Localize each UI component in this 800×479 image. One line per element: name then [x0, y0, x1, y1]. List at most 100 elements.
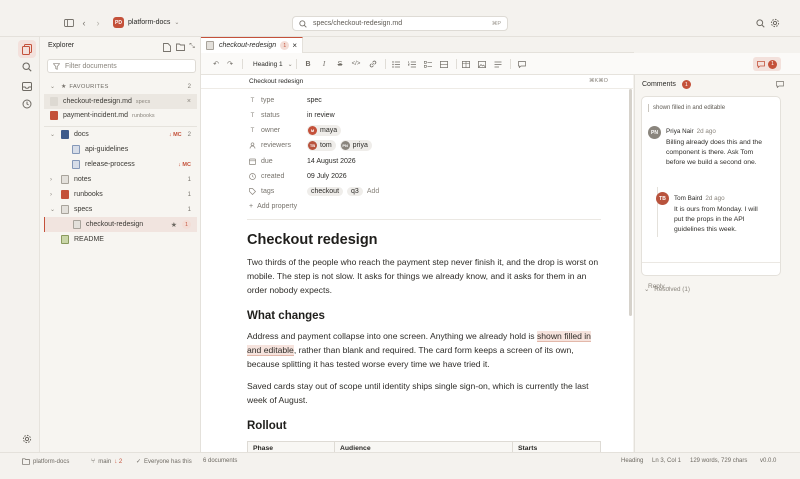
- favourite-item-checkout-redesign[interactable]: checkout-redesign.md specs ×: [44, 94, 197, 109]
- comments-panel: Comments 1 shown filled in and editable …: [634, 75, 800, 452]
- heading-level-select[interactable]: Heading 1 ⌄: [249, 58, 297, 70]
- table-icon[interactable]: [460, 58, 472, 70]
- property-due[interactable]: due 14 August 2026: [249, 156, 356, 167]
- document-editor[interactable]: Ttype spec Tstatus in review Towner Mmay…: [201, 89, 633, 452]
- comments-title: Comments: [642, 81, 676, 88]
- reply-divider: [642, 262, 780, 263]
- property-owner[interactable]: Towner Mmaya: [249, 125, 345, 136]
- explorer-files-icon[interactable]: [18, 40, 36, 58]
- tree-label: README: [74, 236, 104, 243]
- property-value: in review: [307, 112, 335, 119]
- add-tag-button[interactable]: Add: [367, 188, 379, 195]
- tree-item-release-process[interactable]: release-process ↓ MC: [44, 157, 197, 172]
- person-chip[interactable]: PN priya: [339, 140, 372, 151]
- workspace-switcher[interactable]: PD platform-docs ⌄: [113, 17, 179, 28]
- editor-scrollbar[interactable]: [629, 89, 632, 316]
- tree-folder-specs[interactable]: ⌄ specs 1: [44, 202, 197, 217]
- new-file-icon[interactable]: [160, 40, 174, 54]
- breadcrumb-shortcut: ⌘K⌘O: [589, 78, 608, 84]
- comment-line: It is ours from Monday. I will: [674, 206, 758, 213]
- italic-icon[interactable]: I: [318, 58, 330, 70]
- folder-icon: [61, 190, 69, 199]
- status-branch[interactable]: ⑂ main ↓ 2: [91, 458, 122, 465]
- property-type[interactable]: Ttype spec: [249, 95, 322, 106]
- favourite-folder: specs: [135, 98, 151, 105]
- search-icon: [299, 19, 307, 28]
- tree-label: docs: [74, 131, 89, 138]
- history-icon[interactable]: [18, 95, 36, 113]
- undo-icon[interactable]: ↶: [210, 58, 222, 70]
- image-icon[interactable]: [476, 58, 488, 70]
- global-search-icon[interactable]: [753, 16, 767, 30]
- close-tab-icon[interactable]: ×: [292, 41, 297, 50]
- add-comment-icon[interactable]: [516, 58, 528, 70]
- activity-bar: [0, 37, 40, 452]
- checklist-icon[interactable]: [422, 58, 434, 70]
- redo-icon[interactable]: ↷: [224, 58, 236, 70]
- image-block-icon[interactable]: [438, 58, 450, 70]
- tree-item-api-guidelines[interactable]: api-guidelines: [44, 142, 197, 157]
- search-icon[interactable]: [18, 58, 36, 76]
- person-chip[interactable]: Mmaya: [307, 125, 342, 136]
- section-heading-what-changes: What changes: [247, 310, 325, 322]
- person-name: priya: [352, 142, 368, 149]
- comments-toggle-button[interactable]: 1: [753, 57, 781, 71]
- document-icon: [72, 145, 80, 154]
- star-icon[interactable]: ★: [171, 221, 177, 229]
- toggle-sidebar-icon[interactable]: [62, 16, 76, 30]
- tree-item-readme[interactable]: README: [44, 232, 197, 247]
- strikethrough-icon[interactable]: S: [334, 58, 346, 70]
- tree-item-checkout-redesign[interactable]: checkout-redesign ★ 1: [44, 217, 197, 232]
- add-property-button[interactable]: + Add property: [249, 201, 297, 212]
- settings-gear-icon[interactable]: [768, 16, 782, 30]
- tab-checkout-redesign[interactable]: checkout-redesign 1 ×: [201, 37, 303, 53]
- person-name: tom: [320, 142, 332, 149]
- rollout-table-header: Phase Audience Starts: [247, 441, 601, 452]
- code-icon[interactable]: </>: [350, 58, 362, 70]
- forward-arrow-icon[interactable]: ›: [91, 16, 105, 30]
- chevron-down-icon: ⌄: [644, 286, 650, 293]
- back-arrow-icon[interactable]: ‹: [77, 16, 91, 30]
- resolved-toggle[interactable]: ⌄ Resolved (1): [644, 286, 690, 293]
- link-icon[interactable]: [367, 58, 379, 70]
- inbox-icon[interactable]: [18, 77, 36, 95]
- tree-folder-docs[interactable]: ⌄ docs ↓ MC 2: [44, 127, 197, 142]
- person-name: maya: [320, 127, 338, 134]
- people-icon: [249, 142, 256, 149]
- property-reviewers[interactable]: reviewers TB tom PN priya: [249, 140, 376, 151]
- comment-count-badge: 1: [182, 220, 191, 229]
- filter-documents-input[interactable]: Filter documents: [47, 59, 196, 73]
- filter-icon: [53, 62, 60, 70]
- document-icon: [206, 41, 214, 50]
- tree-folder-notes[interactable]: › notes 1: [44, 172, 197, 187]
- remove-favourite-icon[interactable]: ×: [187, 98, 191, 105]
- status-sync: ✓ Everyone has this: [136, 458, 192, 466]
- person-chip[interactable]: TB tom: [307, 140, 336, 151]
- comment-line: component is there. Ask Tom: [666, 149, 754, 157]
- tree-folder-runbooks[interactable]: › runbooks 1: [44, 187, 197, 202]
- chevron-right-icon: ›: [50, 176, 52, 183]
- avatar: M: [308, 126, 317, 135]
- property-tags[interactable]: tags checkout q3 Add: [249, 186, 379, 197]
- explorer-sidebar: Explorer ⤡ Filter documents ⌄ ★ FAVOURIT…: [40, 37, 201, 452]
- collapse-all-icon[interactable]: ⤡: [185, 40, 199, 54]
- new-comment-icon[interactable]: [773, 77, 787, 91]
- status-cursor-position[interactable]: Ln 3, Col 1: [652, 458, 681, 464]
- settings-icon[interactable]: [18, 430, 36, 448]
- divider-icon[interactable]: [492, 58, 504, 70]
- tag-chip[interactable]: checkout: [307, 187, 344, 196]
- comment-body: Billing already does this and the compon…: [666, 138, 762, 169]
- status-workspace[interactable]: platform-docs: [22, 458, 69, 465]
- tag-chip[interactable]: q3: [347, 187, 363, 196]
- bold-icon[interactable]: B: [302, 58, 314, 70]
- numbered-list-icon[interactable]: [406, 58, 418, 70]
- comment-line: put the props in the API: [674, 216, 745, 224]
- property-key: created: [261, 173, 285, 180]
- bullet-list-icon[interactable]: [390, 58, 402, 70]
- tree-count: 1: [187, 206, 191, 213]
- favourite-item-payment-incident[interactable]: payment-incident.md runbooks: [44, 108, 197, 123]
- comment-thread-card[interactable]: shown filled in and editable PN Priya Na…: [641, 96, 781, 290]
- favourites-section-header[interactable]: ⌄ ★ FAVOURITES 2: [44, 79, 197, 94]
- property-status[interactable]: Tstatus in review: [249, 110, 335, 121]
- command-search-bar[interactable]: specs/checkout-redesign.md ⌘P: [292, 16, 508, 31]
